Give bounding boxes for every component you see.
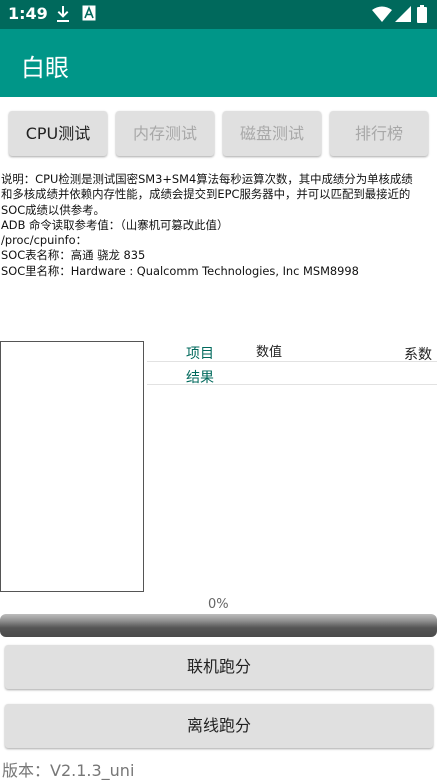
- progress-bar: [0, 614, 437, 637]
- description-line: 和多核成绩并依赖内存性能，成绩会提交到EPC服务器中，并可以匹配到最接近的: [1, 187, 411, 202]
- online-benchmark-button[interactable]: 联机跑分: [5, 645, 433, 689]
- description-line: SOC里名称：Hardware : Qualcomm Technologies,…: [1, 263, 359, 278]
- table-divider: [147, 384, 437, 385]
- description-line: SOC表名称：高通 骁龙 835: [1, 248, 146, 263]
- tab-disk-test[interactable]: 磁盘测试: [223, 111, 321, 156]
- tab-cpu-test[interactable]: CPU测试: [9, 111, 107, 156]
- a-notification-icon: [82, 5, 96, 25]
- description-line: 说明：CPU检测是测试国密SM3+SM4算法每秒运算次数，其中成绩分为单核成绩: [1, 172, 413, 186]
- tab-ranking[interactable]: 排行榜: [330, 111, 428, 156]
- version-label: 版本：V2.1.3_uni: [2, 761, 135, 780]
- cpu-test-description: 说明：CPU检测是测试国密SM3+SM4算法每秒运算次数，其中成绩分为单核成绩 …: [1, 172, 436, 279]
- table-header-item: 项目: [186, 346, 214, 362]
- status-bar: 1:49: [0, 0, 437, 29]
- table-header-value: 数值: [256, 345, 283, 360]
- description-line: /proc/cpuinfo：: [1, 233, 88, 248]
- app-title: 白眼: [21, 54, 69, 82]
- tab-memory-test[interactable]: 内存测试: [116, 111, 214, 156]
- download-icon: [55, 5, 71, 27]
- signal-icon: [395, 6, 411, 26]
- table-divider: [147, 361, 437, 362]
- battery-icon: [417, 5, 427, 27]
- status-time: 1:49: [8, 4, 48, 23]
- offline-benchmark-button[interactable]: 离线跑分: [5, 704, 433, 748]
- result-graph-box: [0, 341, 144, 592]
- app-bar: 白眼: [0, 29, 437, 97]
- description-line: ADB 命令读取参考值：（山寨机可篡改此值）: [1, 217, 229, 232]
- progress-percent: 0%: [208, 597, 229, 612]
- wifi-icon: [372, 6, 392, 26]
- description-line: SOC成绩以供参考。: [1, 202, 105, 217]
